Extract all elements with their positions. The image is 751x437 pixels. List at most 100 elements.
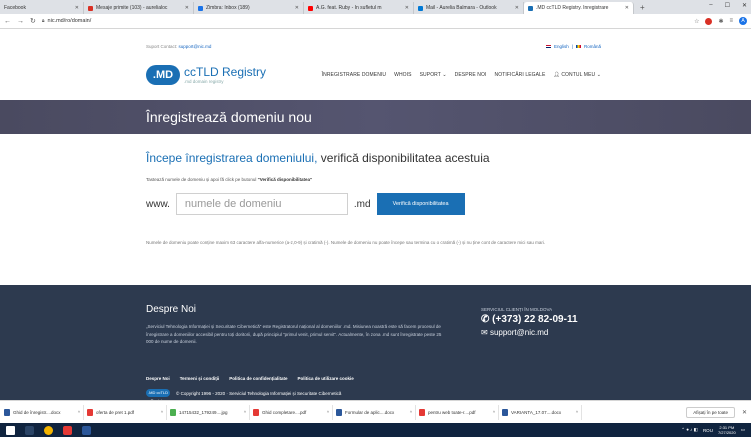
close-icon[interactable]: ✕ xyxy=(185,5,189,11)
profile-avatar[interactable]: A xyxy=(739,17,747,25)
nav-register-domain[interactable]: ÎNREGISTRARE DOMENIU xyxy=(322,72,387,78)
chevron-up-icon[interactable]: ^ xyxy=(78,410,80,415)
windows-start-icon[interactable] xyxy=(6,425,15,435)
close-icon[interactable]: ✕ xyxy=(75,5,79,11)
tab-title: A.G. feat. Ruby - În sufletul m xyxy=(316,5,382,11)
new-tab-button[interactable]: + xyxy=(634,2,651,14)
close-icon[interactable]: ✕ xyxy=(515,5,519,11)
nav-about[interactable]: DESPRE NOI xyxy=(455,72,487,78)
tab-zimbra[interactable]: Zimbra: Inbox (189) ✕ xyxy=(194,2,304,14)
url-field[interactable]: 🔒︎ nic.md/ro/domain/ xyxy=(42,18,91,24)
downloads-bar: Ghid de înregistr....docx ^ oferta de pre… xyxy=(0,400,751,423)
domain-rules-note: Numele de domeniu poate conține maxim 63… xyxy=(146,240,546,245)
tab-title: Facebook xyxy=(4,5,26,11)
tld-suffix: .md xyxy=(353,198,371,210)
nav-legal[interactable]: NOTIFICĂRI LEGALE xyxy=(495,72,546,78)
md-registry-icon xyxy=(528,5,533,11)
tab-title: Mesaje primite (103) - aurelialoc xyxy=(96,5,168,11)
notifications-icon[interactable]: ▭ xyxy=(741,427,745,433)
task-view-icon[interactable] xyxy=(25,425,34,435)
youtube-icon xyxy=(308,5,313,11)
site-logo[interactable]: .MD ccTLD Registry .md domain registry xyxy=(146,65,266,85)
extensions-area: ☆ ✱ ≡ A xyxy=(694,17,747,25)
forward-button[interactable]: → xyxy=(17,18,24,25)
tab-youtube[interactable]: A.G. feat. Ruby - În sufletul m ✕ xyxy=(304,2,414,14)
close-icon[interactable]: ✕ xyxy=(625,5,629,11)
show-all-downloads-button[interactable]: Afișați în pe toate xyxy=(686,406,735,418)
zimbra-icon xyxy=(198,5,203,11)
user-icon: 👤︎ xyxy=(553,72,560,78)
chevron-up-icon[interactable]: ^ xyxy=(493,410,495,415)
address-bar: ← → ↻ 🔒︎ nic.md/ro/domain/ ☆ ✱ ≡ A xyxy=(0,14,751,29)
tab-facebook[interactable]: Facebook ✕ xyxy=(0,2,84,14)
download-item[interactable]: Ghid completare....pdf ^ xyxy=(253,404,333,420)
lang-romana[interactable]: Română xyxy=(584,44,601,49)
close-icon[interactable]: ✕ xyxy=(295,5,299,11)
envelope-icon: ✉ xyxy=(481,328,488,337)
maximize-button[interactable]: ☐ xyxy=(725,2,730,9)
instruction-text: Tastează numele de domeniu și apoi fă cl… xyxy=(146,177,313,182)
lang-english[interactable]: English xyxy=(554,44,569,49)
nav-account[interactable]: 👤︎ CONTUL MEU ⌄ xyxy=(553,72,601,78)
domain-name-input[interactable] xyxy=(175,193,348,215)
language-switcher: English | Română xyxy=(546,44,601,49)
close-window-button[interactable]: ✕ xyxy=(742,2,747,9)
word-taskbar-icon[interactable] xyxy=(82,425,91,435)
site-footer: Despre Noi „Serviciul Tehnologia Informa… xyxy=(0,285,751,400)
image-file-icon xyxy=(170,408,176,416)
download-item[interactable]: 14715432_179249....jpg ^ xyxy=(170,404,250,420)
support-email-link[interactable]: support@nic.md xyxy=(179,44,212,49)
star-icon[interactable]: ☆ xyxy=(694,18,699,25)
tray-icons[interactable]: ⌃ ● ♪ ◧ xyxy=(681,427,698,433)
word-file-icon xyxy=(502,408,508,416)
contact-label: SERVICIUL CLIENȚI ÎN MOLDOVA xyxy=(481,307,553,312)
word-file-icon xyxy=(4,408,10,416)
domain-search-form: www. .md Verifică disponibilitatea xyxy=(146,193,465,215)
download-item[interactable]: pentru web toate-r....pdf ^ xyxy=(419,404,499,420)
close-downloads-icon[interactable]: ✕ xyxy=(742,409,747,416)
download-item[interactable]: Formular de aplic....docx ^ xyxy=(336,404,416,420)
tab-gmail[interactable]: Mesaje primite (103) - aurelialoc ✕ xyxy=(84,2,194,14)
chevron-up-icon[interactable]: ^ xyxy=(327,410,329,415)
contact-phone[interactable]: ✆ (+373) 22 82-09-11 xyxy=(481,314,578,325)
footer-link-terms[interactable]: Termeni și condiții xyxy=(180,376,219,381)
main-nav: ÎNREGISTRARE DOMENIU WHOIS SUPORT ⌄ DESP… xyxy=(322,72,601,78)
menu-list-icon[interactable]: ≡ xyxy=(729,18,733,24)
clock[interactable]: 2:31 PM 7/27/2020 xyxy=(718,425,736,435)
chrome-taskbar-icon[interactable] xyxy=(44,425,53,435)
chevron-up-icon[interactable]: ^ xyxy=(244,410,246,415)
lock-icon: 🔒︎ xyxy=(41,18,45,24)
minimize-button[interactable]: – xyxy=(709,2,712,9)
footer-link-privacy[interactable]: Politica de confidențialitate xyxy=(229,376,287,381)
back-button[interactable]: ← xyxy=(4,18,11,25)
chevron-up-icon[interactable]: ^ xyxy=(161,410,163,415)
footer-link-cookies[interactable]: Politica de utilizare cookie xyxy=(297,376,353,381)
chevron-up-icon[interactable]: ^ xyxy=(576,410,578,415)
input-language[interactable]: ROU xyxy=(703,428,713,433)
copyright-text: © Copyright 1996 - 2020 · Serviciul Tehn… xyxy=(176,390,342,396)
extension-red-icon[interactable] xyxy=(705,17,713,25)
check-availability-button[interactable]: Verifică disponibilitatea xyxy=(376,193,465,215)
chevron-up-icon[interactable]: ^ xyxy=(410,410,412,415)
contact-email[interactable]: ✉ support@nic.md xyxy=(481,328,578,337)
logo-title: ccTLD Registry xyxy=(184,65,267,79)
nav-whois[interactable]: WHOIS xyxy=(394,72,411,78)
pdf-file-icon xyxy=(87,408,93,416)
pdf-app-taskbar-icon[interactable] xyxy=(63,425,72,435)
footer-link-about[interactable]: Despre Noi xyxy=(146,376,170,381)
extension-puzzle-icon[interactable]: ✱ xyxy=(718,18,723,25)
top-info-bar: Suport Contact: support@nic.md English |… xyxy=(146,44,601,49)
tab-title: Zimbra: Inbox (189) xyxy=(206,5,250,11)
reload-button[interactable]: ↻ xyxy=(30,17,36,25)
tab-title: .MD ccTLD Registry. Înregistrare xyxy=(536,5,609,11)
nav-support[interactable]: SUPORT ⌄ xyxy=(420,72,447,78)
tab-outlook[interactable]: Mail - Aurelia Balmara - Outlook ✕ xyxy=(414,2,524,14)
pdf-file-icon xyxy=(419,408,425,416)
pdf-file-icon xyxy=(253,408,259,416)
close-icon[interactable]: ✕ xyxy=(405,5,409,11)
download-item[interactable]: VARIANTA_17.07....docx ^ xyxy=(502,404,582,420)
download-item[interactable]: oferta de pret 1.pdf ^ xyxy=(87,404,167,420)
tab-nic-md[interactable]: .MD ccTLD Registry. Înregistrare ✕ xyxy=(524,2,634,14)
md-flag-icon xyxy=(575,45,581,48)
download-item[interactable]: Ghid de înregistr....docx ^ xyxy=(4,404,84,420)
